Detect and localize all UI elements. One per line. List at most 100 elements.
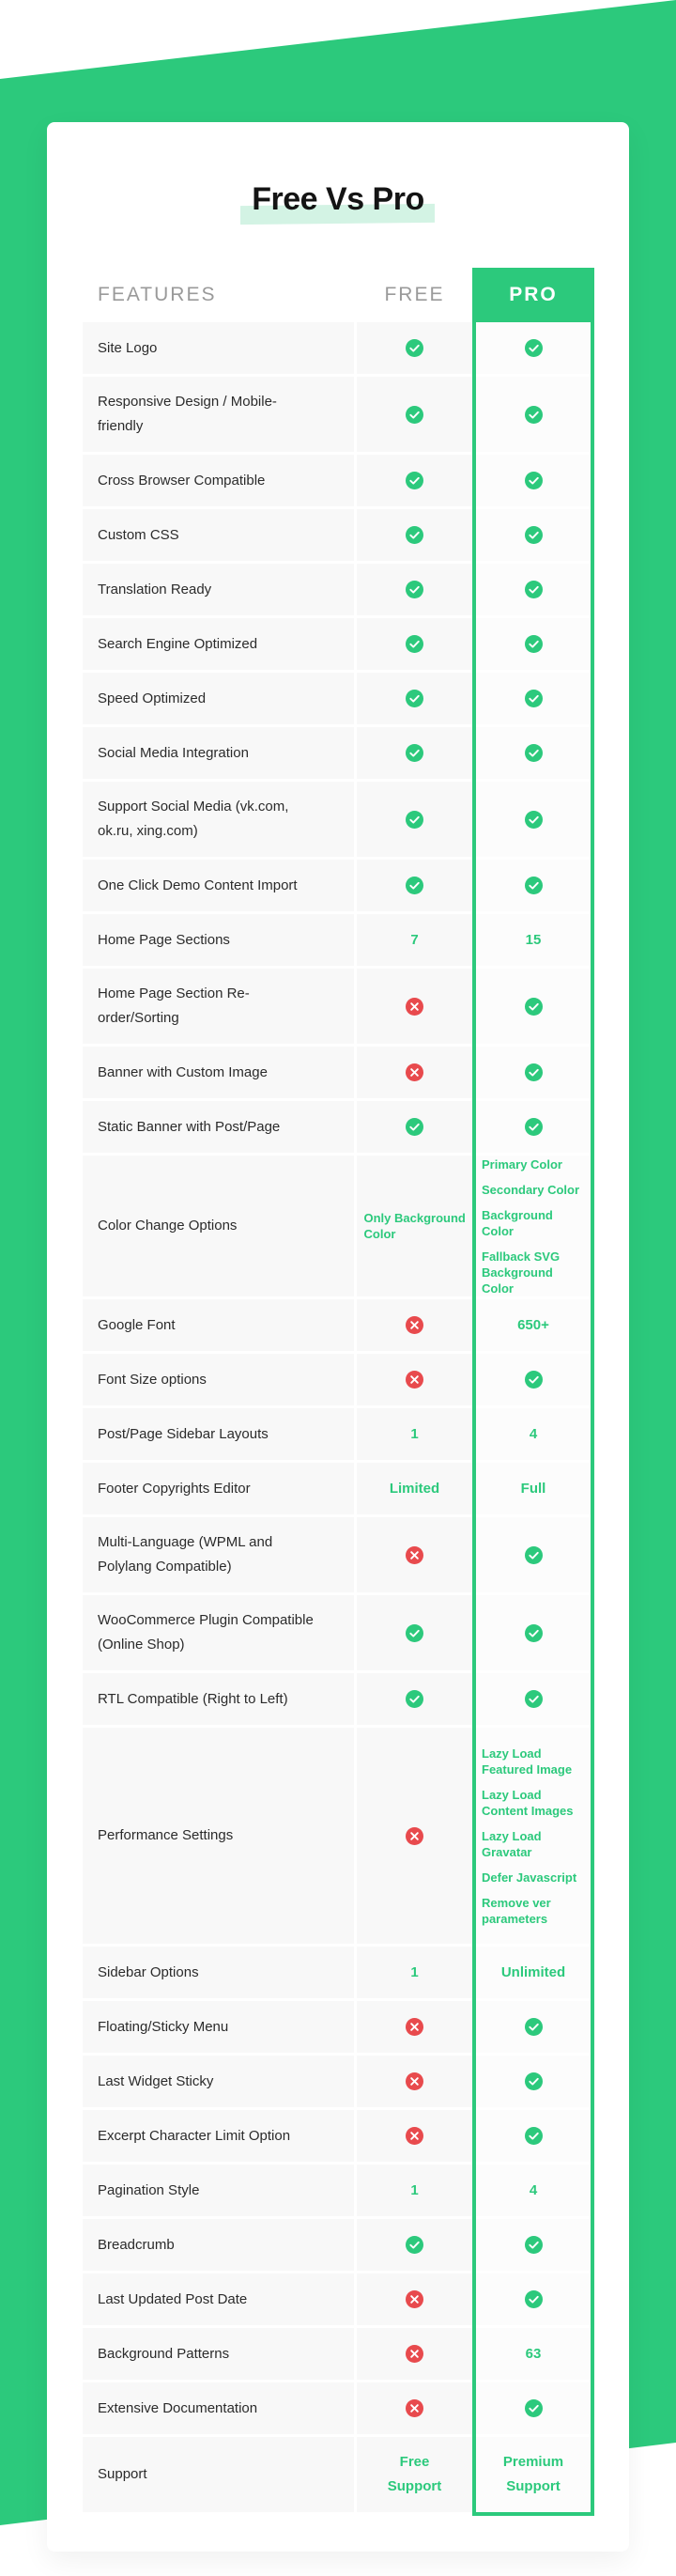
table-row: Google Font 650+ <box>83 1299 594 1351</box>
free-cell <box>357 2382 472 2434</box>
pro-cell <box>476 2110 591 2162</box>
table-row: Performance Settings Lazy Load Featured I… <box>83 1728 594 1944</box>
feature-name: Background Patterns <box>83 2328 354 2380</box>
table-row: Banner with Custom Image <box>83 1047 594 1098</box>
pro-cell <box>476 1354 591 1405</box>
pro-cell: Premium Support <box>476 2437 591 2512</box>
pro-cell <box>476 2001 591 2053</box>
feature-name: Home Page Section Re-order/Sorting <box>83 969 354 1044</box>
feature-name: Breadcrumb <box>83 2219 354 2271</box>
free-value: 1 <box>410 1963 419 1980</box>
table-row: Social Media Integration <box>83 727 594 779</box>
table-row: Cross Browser Compatible <box>83 455 594 506</box>
free-cell <box>357 1047 472 1098</box>
free-value: Free Support <box>387 2454 442 2494</box>
pro-value: 4 <box>529 1425 538 1442</box>
table-row: Speed Optimized <box>83 673 594 724</box>
page-title-text: Free Vs Pro <box>252 181 424 217</box>
feature-name: Speed Optimized <box>83 673 354 724</box>
feature-name: Last Widget Sticky <box>83 2056 354 2107</box>
feature-name: Social Media Integration <box>83 727 354 779</box>
check-icon <box>524 2290 543 2308</box>
table-row: Floating/Sticky Menu <box>83 2001 594 2053</box>
cross-icon <box>406 2018 423 2036</box>
cross-icon <box>406 1545 423 1564</box>
pro-cell <box>476 1047 591 1098</box>
feature-name: Excerpt Character Limit Option <box>83 2110 354 2162</box>
pro-cell <box>476 1673 591 1725</box>
check-icon <box>406 635 423 653</box>
check-icon <box>524 2127 543 2145</box>
feature-name: Support Social Media (vk.com, ok.ru, xin… <box>83 782 354 857</box>
pro-cell <box>476 455 591 506</box>
check-icon <box>524 635 543 653</box>
check-icon <box>524 1063 543 1081</box>
table-body: Site Logo Responsive Design / Mobile-frie… <box>83 322 594 2512</box>
table-row: WooCommerce Plugin Compatible (Online Sh… <box>83 1595 594 1670</box>
check-icon <box>406 472 423 489</box>
free-cell <box>357 1595 472 1670</box>
table-row: Pagination Style 1 4 <box>83 2165 594 2216</box>
feature-name: Font Size options <box>83 1354 354 1405</box>
free-value: Only Background Color <box>363 1211 466 1241</box>
cross-icon <box>406 2127 423 2145</box>
check-icon <box>524 1690 543 1708</box>
pro-cell <box>476 1595 591 1670</box>
pro-cell <box>476 1101 591 1153</box>
free-value: 1 <box>410 1425 419 1442</box>
table-row: Excerpt Character Limit Option <box>83 2110 594 2162</box>
pro-value: Full <box>520 1480 546 1497</box>
feature-name: Multi-Language (WPML and Polylang Compat… <box>83 1517 354 1592</box>
cross-icon <box>406 1826 423 1845</box>
feature-name: Extensive Documentation <box>83 2382 354 2434</box>
check-icon <box>406 526 423 544</box>
option-item: Defer Javascript <box>482 1870 577 1885</box>
pro-cell: 650+ <box>476 1299 591 1351</box>
check-icon <box>524 690 543 707</box>
option-item: Secondary Color <box>482 1182 580 1197</box>
pro-cell: 4 <box>476 1408 591 1460</box>
pro-cell: 63 <box>476 2328 591 2380</box>
pro-cell <box>476 727 591 779</box>
check-icon <box>406 339 423 357</box>
free-value: 7 <box>410 931 419 948</box>
table-row: Extensive Documentation <box>83 2382 594 2434</box>
table-row: RTL Compatible (Right to Left) <box>83 1673 594 1725</box>
check-icon <box>406 877 423 894</box>
pro-cell <box>476 782 591 857</box>
check-icon <box>524 1118 543 1136</box>
check-icon <box>524 1371 543 1389</box>
free-value: Limited <box>389 1480 440 1497</box>
table-row: Multi-Language (WPML and Polylang Compat… <box>83 1517 594 1592</box>
feature-name: Cross Browser Compatible <box>83 455 354 506</box>
table-row: Static Banner with Post/Page <box>83 1101 594 1153</box>
table-row: Custom CSS <box>83 509 594 561</box>
free-cell: Limited <box>357 1463 472 1514</box>
pro-cell <box>476 969 591 1044</box>
check-icon <box>524 810 543 829</box>
header-features: FEATURES <box>98 284 217 305</box>
table-row: Search Engine Optimized <box>83 618 594 670</box>
free-cell <box>357 2328 472 2380</box>
pro-cell <box>476 673 591 724</box>
header-pro: PRO <box>472 268 594 324</box>
table-row: Last Widget Sticky <box>83 2056 594 2107</box>
table-row: Site Logo <box>83 322 594 374</box>
feature-name: Home Page Sections <box>83 914 354 966</box>
pro-option-list: Lazy Load Featured Image Lazy Load Conten… <box>482 1746 585 1927</box>
free-cell <box>357 618 472 670</box>
free-cell: 1 <box>357 1947 472 1998</box>
pro-cell <box>476 509 591 561</box>
free-cell <box>357 673 472 724</box>
pro-cell <box>476 564 591 615</box>
table-row: Footer Copyrights Editor Limited Full <box>83 1463 594 1514</box>
cross-icon <box>406 1063 423 1081</box>
table-row: One Click Demo Content Import <box>83 860 594 911</box>
check-icon <box>406 690 423 707</box>
pro-cell <box>476 2273 591 2325</box>
free-cell: Free Support <box>357 2437 472 2512</box>
check-icon <box>406 810 423 829</box>
pro-value: Premium Support <box>502 2454 564 2494</box>
page-title: Free Vs Pro <box>240 178 436 225</box>
cross-icon <box>406 2290 423 2308</box>
